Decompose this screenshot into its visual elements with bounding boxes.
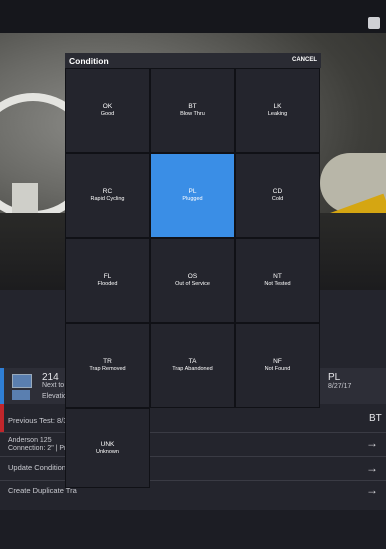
condition-dialog: Condition CANCEL OK Good BT Blow Thru LK… <box>65 53 321 488</box>
condition-label: Not Found <box>264 366 291 372</box>
condition-option-ta[interactable]: TA Trap Abandoned <box>150 323 235 408</box>
condition-code: NF <box>273 358 282 365</box>
arrow-right-icon[interactable]: → <box>366 436 378 450</box>
condition-label: Trap Removed <box>89 366 126 372</box>
dialog-header: Condition CANCEL <box>65 53 321 68</box>
trap-test-date: 8/27/17 <box>328 383 352 390</box>
condition-code: CD <box>272 188 283 195</box>
condition-code: LK <box>273 103 282 110</box>
previous-condition-code: BT <box>369 413 382 424</box>
condition-code: UNK <box>100 440 115 448</box>
condition-label: Cold <box>271 196 284 202</box>
arrow-right-icon[interactable]: → <box>366 483 378 497</box>
condition-option-pl[interactable]: PL Plugged <box>150 153 235 238</box>
camera-icon[interactable] <box>12 374 32 388</box>
dialog-title: Condition <box>69 56 109 66</box>
condition-code: NT <box>273 273 282 280</box>
condition-label: Not Tested <box>264 281 291 287</box>
cancel-button[interactable]: CANCEL <box>292 57 317 63</box>
condition-label: Rapid Cycling <box>90 196 125 202</box>
condition-label: Blow Thru <box>180 111 205 117</box>
selected-indicator <box>0 368 4 404</box>
condition-option-nf[interactable]: NF Not Found <box>235 323 320 408</box>
condition-label: Leaking <box>267 111 288 117</box>
condition-code: FL <box>103 273 112 280</box>
gallery-icon[interactable] <box>12 390 30 400</box>
condition-label: Unknown <box>96 448 119 455</box>
condition-option-ok[interactable]: OK Good <box>65 68 150 153</box>
location-name: Anderson 125 <box>8 437 52 444</box>
condition-option-lk[interactable]: LK Leaking <box>235 68 320 153</box>
condition-code: TA <box>188 358 197 365</box>
condition-option-unk[interactable]: UNK Unknown <box>65 408 150 488</box>
condition-code: BT <box>188 103 197 110</box>
condition-option-rc[interactable]: RC Rapid Cycling <box>65 153 150 238</box>
bottom-tab-bar <box>0 510 386 549</box>
condition-label: Out of Service <box>175 281 210 287</box>
condition-option-nt[interactable]: NT Not Tested <box>235 238 320 323</box>
divider <box>0 480 386 481</box>
trap-condition-code: PL <box>328 372 341 383</box>
condition-label: Trap Abandoned <box>172 366 213 372</box>
condition-code: RC <box>102 188 113 195</box>
condition-option-bt[interactable]: BT Blow Thru <box>150 68 235 153</box>
arrow-right-icon[interactable]: → <box>366 461 378 475</box>
condition-code: OK <box>102 103 113 110</box>
condition-option-tr[interactable]: TR Trap Removed <box>65 323 150 408</box>
condition-option-os[interactable]: OS Out of Service <box>150 238 235 323</box>
previous-test-label: Previous Test: 8/30 <box>8 416 72 425</box>
condition-code: TR <box>103 358 112 365</box>
condition-code: OS <box>187 273 198 280</box>
condition-option-cd[interactable]: CD Cold <box>235 153 320 238</box>
condition-label: Flooded <box>97 281 118 287</box>
previous-test-indicator <box>0 404 4 432</box>
condition-option-fl[interactable]: FL Flooded <box>65 238 150 323</box>
notification-icon <box>368 17 380 29</box>
condition-label: Good <box>100 111 115 117</box>
condition-code: PL <box>188 188 197 195</box>
condition-label: Plugged <box>182 196 203 202</box>
status-bar <box>0 0 386 33</box>
